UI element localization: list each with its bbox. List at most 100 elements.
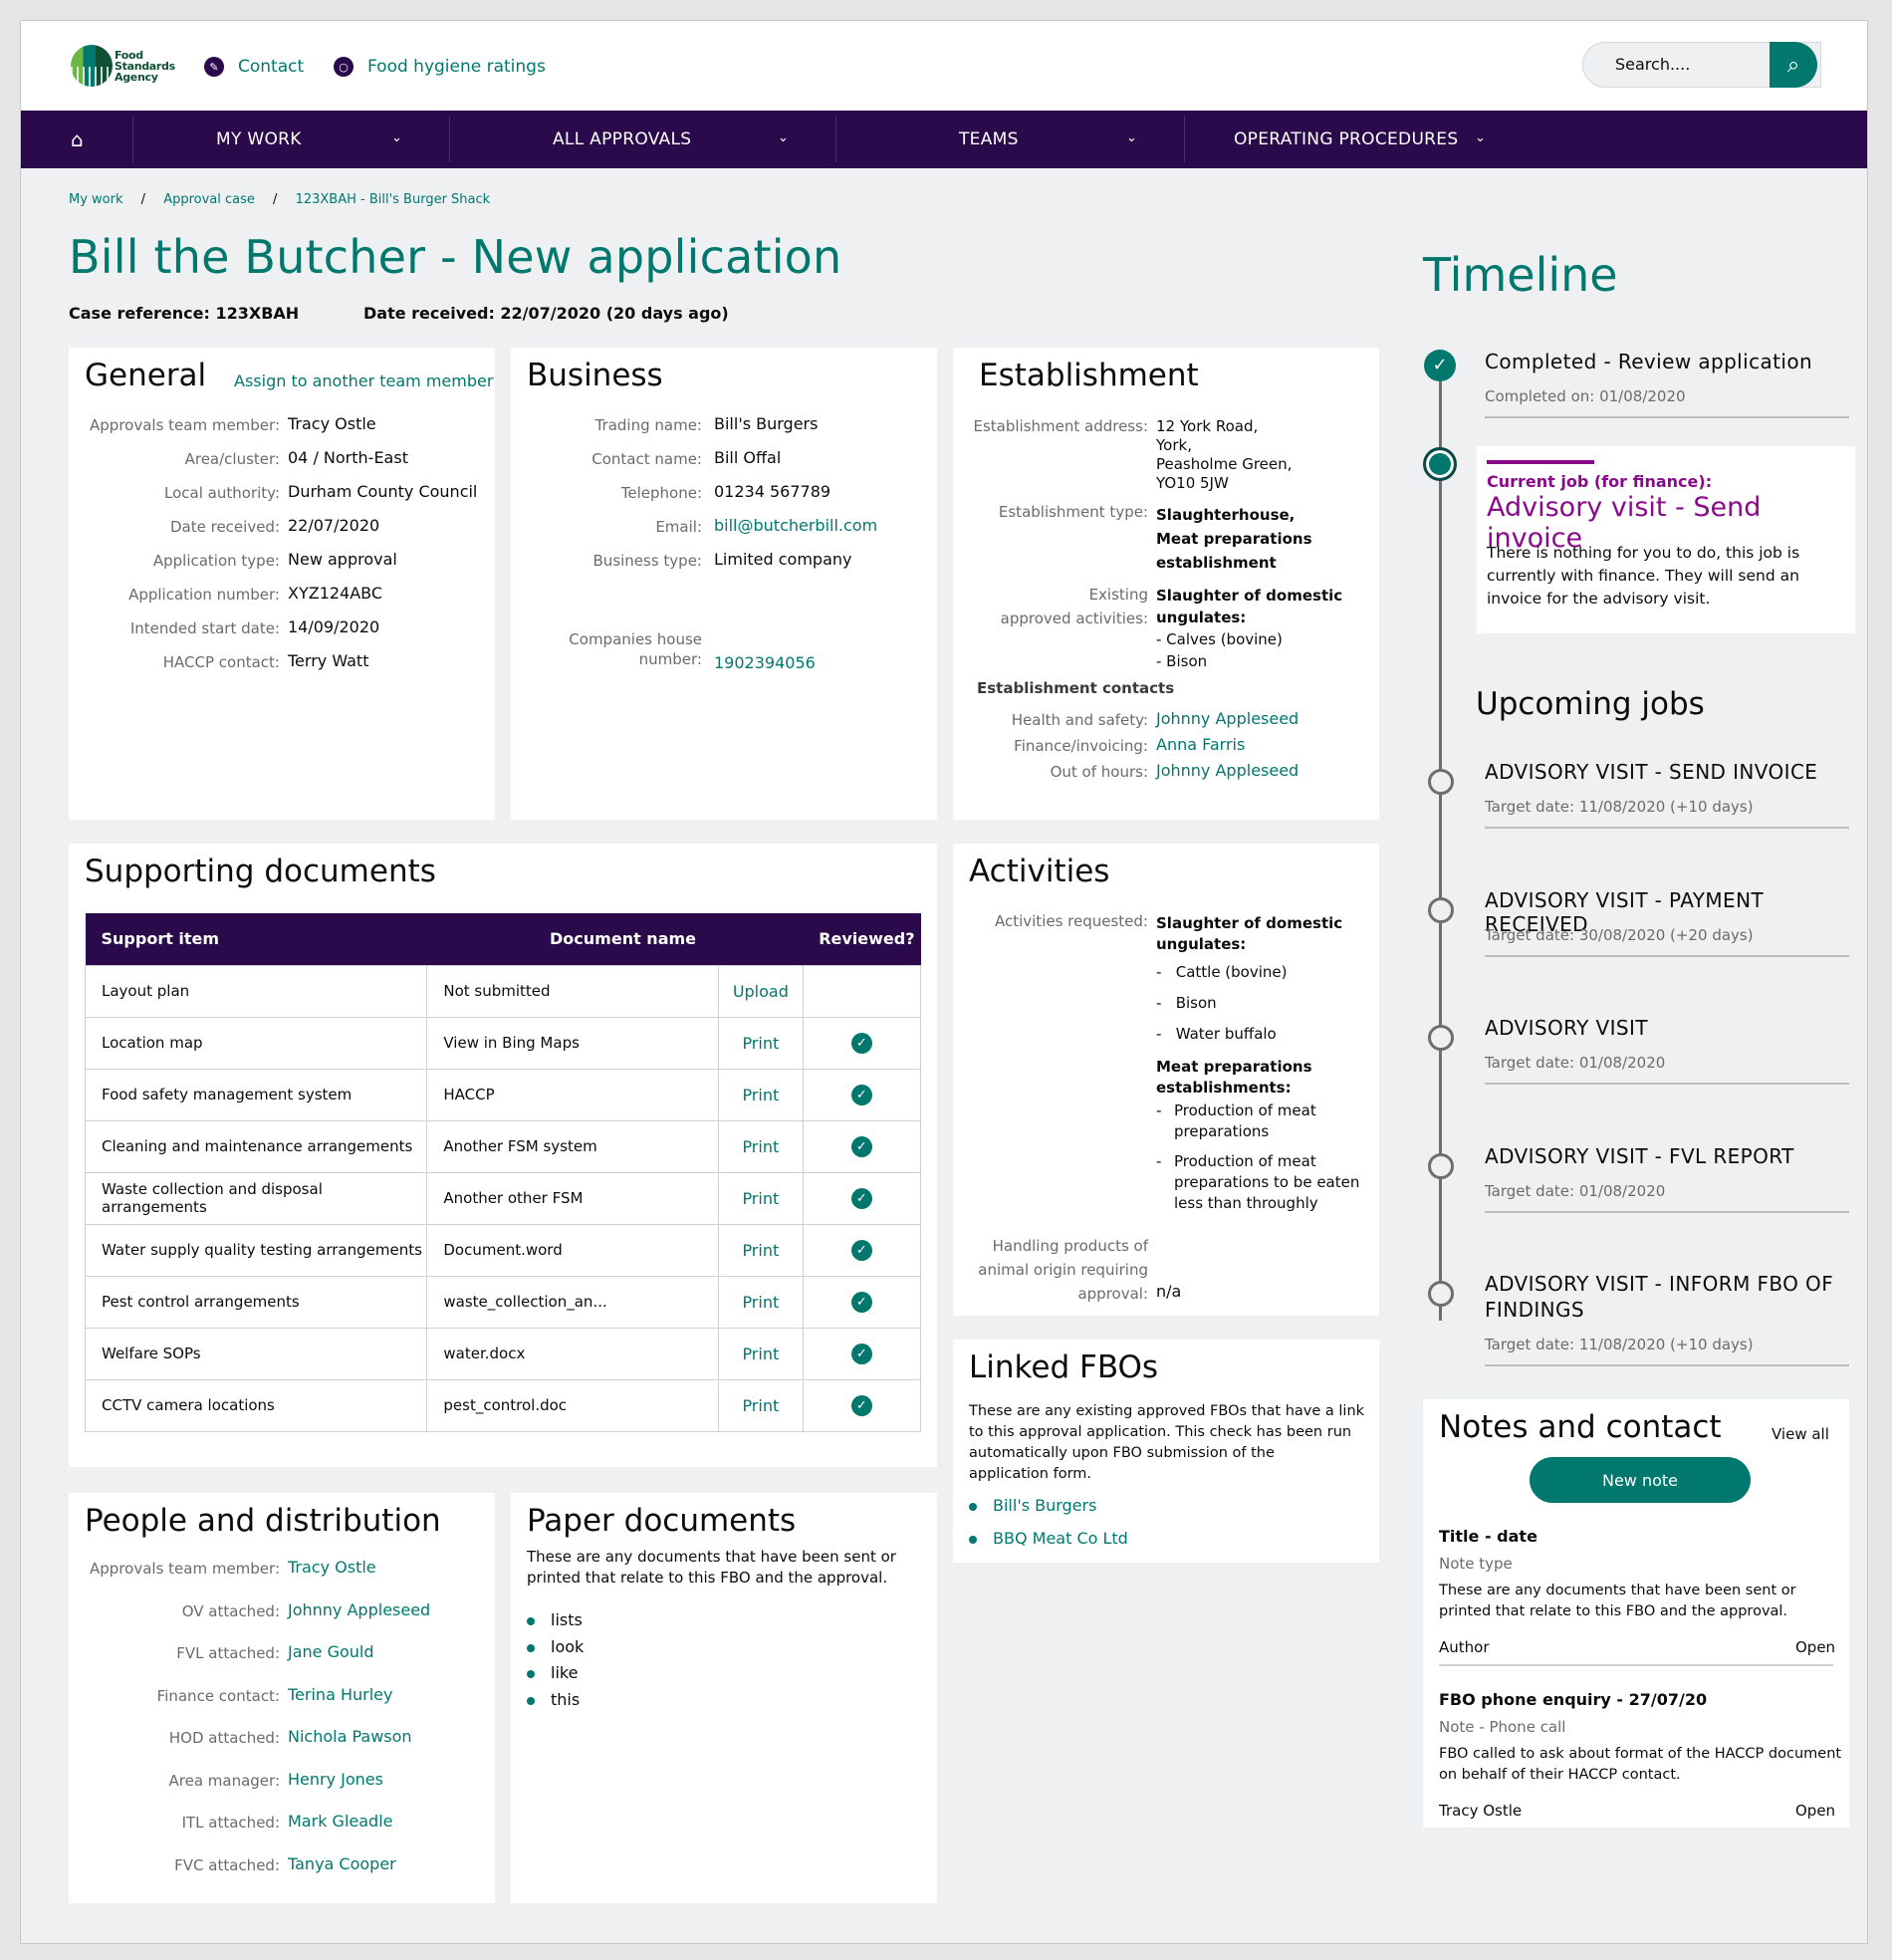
- nav-all-approvals[interactable]: ALL APPROVALS: [553, 111, 691, 168]
- contact-link[interactable]: ✎ Contact: [204, 57, 304, 77]
- col-document-name: Document name: [426, 913, 804, 965]
- print-link[interactable]: Print: [742, 1293, 779, 1312]
- completed-job-title: Completed - Review application: [1485, 350, 1813, 373]
- nav-teams[interactable]: TEAMS: [959, 111, 1019, 168]
- reviewed-cell: ✓: [802, 1378, 922, 1432]
- chevron-down-icon[interactable]: ⌄: [1126, 130, 1137, 145]
- print-link[interactable]: Print: [742, 1396, 779, 1415]
- breadcrumb-approval-case[interactable]: Approval case: [163, 192, 255, 207]
- document-name-cell: HACCP: [426, 1068, 720, 1121]
- person-link[interactable]: Johnny Appleseed: [288, 1600, 430, 1620]
- nav-my-work[interactable]: MY WORK: [216, 111, 302, 168]
- nav-divider: [132, 117, 133, 162]
- contact-link[interactable]: Johnny Appleseed: [1156, 761, 1299, 781]
- linked-fbo-link[interactable]: BBQ Meat Co Ltd: [969, 1529, 1128, 1548]
- supporting-heading: Supporting documents: [85, 854, 436, 889]
- field-value: Durham County Council: [288, 482, 478, 501]
- support-item-cell: Waste collection and disposal arrangemen…: [84, 1171, 428, 1225]
- reviewed-cell: ✓: [802, 1016, 922, 1070]
- breadcrumb-case[interactable]: 123XBAH - Bill's Burger Shack: [296, 192, 491, 207]
- open-note-link[interactable]: Open: [1795, 1802, 1835, 1820]
- field-label: FVL attached:: [176, 1644, 280, 1662]
- establishment-heading: Establishment: [979, 358, 1199, 393]
- list-item: like: [526, 1663, 579, 1682]
- logo-text: Food Standards Agency: [115, 48, 175, 84]
- view-all-link[interactable]: View all: [1772, 1425, 1829, 1443]
- col-reviewed: Reviewed?: [803, 913, 921, 965]
- email-link[interactable]: bill@butcherbill.com: [714, 516, 877, 536]
- list-item: this: [526, 1690, 581, 1709]
- reviewed-cell: ✓: [802, 1171, 922, 1225]
- support-item-cell: CCTV camera locations: [84, 1378, 428, 1432]
- field-value: Terry Watt: [288, 651, 369, 670]
- business-card: Business Trading name: Bill's Burgers Cont…: [511, 348, 937, 820]
- field-label: Trading name:: [594, 416, 702, 434]
- contact-label: Health and safety:: [1011, 711, 1148, 729]
- contact-link[interactable]: Anna Farris: [1156, 735, 1245, 755]
- col-support-item: Support item: [85, 913, 427, 965]
- timeline-dot: [1428, 1025, 1454, 1051]
- field-label: Email:: [655, 518, 702, 536]
- date-received: Date received: 22/07/2020 (20 days ago): [363, 304, 729, 323]
- upcoming-job-date: Target date: 30/08/2020 (+20 days): [1485, 926, 1754, 944]
- print-link[interactable]: Print: [742, 1137, 779, 1156]
- food-hygiene-ratings-link[interactable]: ○ Food hygiene ratings: [334, 57, 546, 77]
- contact-link[interactable]: Johnny Appleseed: [1156, 709, 1299, 729]
- companies-house-link[interactable]: 1902394056: [714, 653, 816, 673]
- print-link[interactable]: Print: [742, 1034, 779, 1053]
- breadcrumb-my-work[interactable]: My work: [69, 192, 123, 207]
- field-value: Bill's Burgers: [714, 414, 819, 433]
- field-label: Intended start date:: [129, 619, 280, 637]
- person-link[interactable]: Terina Hurley: [288, 1685, 392, 1705]
- nav-operating-procedures[interactable]: OPERATING PROCEDURES: [1234, 111, 1458, 168]
- establishment-card: Establishment Establishment address: 12 …: [953, 348, 1379, 820]
- pencil-icon: ✎: [204, 57, 224, 77]
- note-text: These are any documents that have been s…: [1439, 1583, 1796, 1619]
- paper-description: These are any documents that have been s…: [527, 1548, 896, 1587]
- open-note-link[interactable]: Open: [1795, 1638, 1835, 1656]
- support-item-cell: Pest control arrangements: [84, 1275, 428, 1329]
- print-link[interactable]: Print: [742, 1189, 779, 1208]
- upload-link[interactable]: Upload: [733, 982, 789, 1001]
- check-circle-icon: ✓: [850, 1135, 872, 1157]
- field-value: 01234 567789: [714, 482, 831, 501]
- person-link[interactable]: Tanya Cooper: [288, 1854, 396, 1874]
- fsa-logo[interactable]: Food Standards Agency: [71, 45, 175, 87]
- support-item-cell: Layout plan: [84, 964, 428, 1018]
- field-value: 14/09/2020: [288, 617, 380, 636]
- people-card: People and distribution Approvals team m…: [69, 1493, 495, 1903]
- person-link[interactable]: Tracy Ostle: [288, 1558, 376, 1578]
- person-link[interactable]: Henry Jones: [288, 1770, 383, 1790]
- print-link[interactable]: Print: [742, 1086, 779, 1104]
- handling-value: n/a: [1156, 1282, 1182, 1301]
- current-job-card: Current job (for finance): Advisory visi…: [1477, 446, 1855, 633]
- print-link[interactable]: Print: [742, 1241, 779, 1260]
- document-name-cell: Another FSM system: [426, 1119, 720, 1173]
- support-item-cell: Food safety management system: [84, 1068, 428, 1121]
- field-label: Local authority:: [164, 484, 280, 502]
- contact-label: Finance/invoicing:: [1014, 737, 1148, 755]
- case-reference: Case reference: 123XBAH: [69, 304, 300, 323]
- contact-label: Contact: [238, 57, 305, 77]
- group1-title: Slaughter of domestic ungulates:: [1156, 914, 1343, 953]
- paper-heading: Paper documents: [527, 1503, 797, 1539]
- table-row: Layout plan Not submitted Upload: [84, 964, 922, 1018]
- assign-link[interactable]: Assign to another team member: [234, 371, 493, 390]
- home-icon[interactable]: ⌂: [71, 127, 84, 151]
- print-link[interactable]: Print: [742, 1345, 779, 1363]
- group2-title: Meat preparations establishments:: [1156, 1058, 1312, 1097]
- current-job-label: Current job (for finance):: [1487, 472, 1713, 491]
- field-label: ITL attached:: [181, 1814, 280, 1832]
- chevron-down-icon[interactable]: ⌄: [1475, 130, 1486, 145]
- chevron-down-icon[interactable]: ⌄: [778, 130, 789, 145]
- person-link[interactable]: Mark Gleadle: [288, 1812, 392, 1832]
- chevron-down-icon[interactable]: ⌄: [391, 130, 402, 145]
- linked-fbo-link[interactable]: Bill's Burgers: [968, 1496, 1096, 1515]
- person-link[interactable]: Nichola Pawson: [288, 1727, 412, 1747]
- person-link[interactable]: Jane Gould: [288, 1642, 374, 1662]
- main-nav: ⌂ MY WORK ⌄ ALL APPROVALS ⌄ TEAMS ⌄ OPER…: [21, 111, 1867, 168]
- new-note-button[interactable]: New note: [1530, 1457, 1751, 1503]
- search-button[interactable]: ⌕: [1770, 42, 1817, 88]
- address-value: 12 York Road, York, Peasholme Green, YO10 5…: [1156, 417, 1293, 492]
- general-card: General Assign to another team member Ap…: [69, 348, 495, 820]
